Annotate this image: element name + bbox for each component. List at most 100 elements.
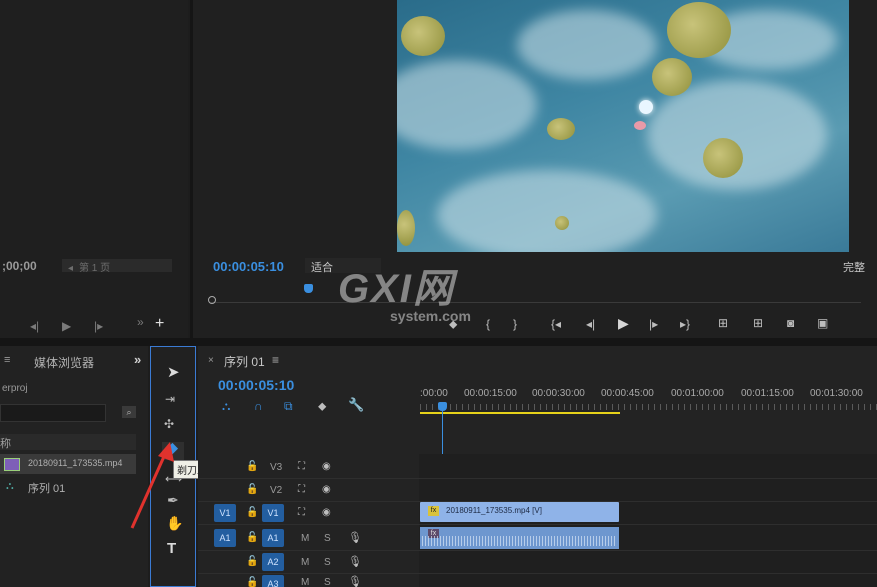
solo-button-a2[interactable]: S [324,557,331,568]
ruler-label-1: 00:00:15:00 [464,388,517,399]
fit-label: 适合 [311,262,333,274]
type-tool-icon[interactable]: T [167,541,176,556]
step-back-frame-icon[interactable]: ◂| [586,318,595,330]
linked-selection-icon[interactable]: ⧉ [284,400,293,412]
ripple-edit-tool-icon[interactable]: ✣ [164,418,174,430]
nest-sequence-icon[interactable]: ⛬ [222,400,230,412]
track-target-v1[interactable]: V1 [262,504,284,522]
full-quality-dropdown[interactable]: 完整 [843,259,865,275]
track-label-v2: V2 [270,485,283,496]
panel-menu-icon[interactable]: ≡ [4,354,10,366]
close-tab-icon[interactable]: × [208,355,214,366]
track-select-tool-icon[interactable]: ⇥ [165,393,175,405]
track-target-a1[interactable]: A1 [262,529,284,547]
export-frame-icon[interactable]: ◙ [787,317,794,329]
microphone-icon[interactable]: 🎙 [348,556,362,568]
lock-icon[interactable]: 🔓 [246,507,258,519]
lily-pad-6 [397,210,415,246]
track-row-v2: 🔓 V2 ⛶ ◉ [198,479,877,502]
play-button-icon[interactable]: ▶ [618,316,629,330]
program-scrub-bar[interactable] [208,284,861,304]
mark-out-icon[interactable]: } [513,318,517,330]
lock-icon[interactable]: 🔓 [246,556,258,568]
extract-icon[interactable]: ⊞ [753,317,763,329]
project-item-clip-label: 20180911_173535.mp4 [28,458,123,468]
track-target-a2[interactable]: A2 [262,553,284,571]
program-playhead[interactable] [304,284,313,293]
comparison-view-icon[interactable]: ▣ [817,317,828,329]
mute-button-a3[interactable]: M [301,577,309,587]
horizontal-divider [0,338,877,346]
name-column-header[interactable]: 称 [0,434,136,450]
ruler-label-5: 00:01:15:00 [741,388,794,399]
time-ruler[interactable]: :00:00 00:00:15:00 00:00:30:00 00:00:45:… [420,384,877,414]
tab-sequence[interactable]: 序列 01 [224,353,265,370]
add-button-icon[interactable]: + [155,316,164,332]
scrub-start-handle[interactable] [208,296,216,304]
eye-icon[interactable]: ◉ [322,461,331,473]
microphone-icon[interactable]: 🎙 [348,532,362,544]
lily-pad-1 [667,2,731,58]
lift-icon[interactable]: ⊞ [718,317,728,329]
ruler-label-2: 00:00:30:00 [532,388,585,399]
sync-lock-icon[interactable]: ⛶ [298,507,305,519]
tab-media-browser[interactable]: 媒体浏览器 [34,354,94,371]
lily-pad-2 [401,16,445,56]
step-forward-frame-icon[interactable]: |▸ [649,318,658,330]
sequence-icon: ⛬ [6,480,14,492]
step-back-icon[interactable]: ◂| [30,320,39,332]
track-row-a3: 🔓 A3 M S 🎙 [198,574,877,587]
solo-button-a1[interactable]: S [324,533,331,544]
source-patch-v1[interactable]: V1 [214,504,236,522]
video-clip-icon [4,458,20,471]
project-item-sequence[interactable]: ⛬ 序列 01 [0,476,136,496]
project-item-clip[interactable]: 20180911_173535.mp4 [0,454,136,474]
timeline-settings-icon[interactable]: 🔧 [348,398,364,411]
source-monitor: ;00;00 ◂ 第 1 页 ◂| ▶ |▸ » + [0,0,188,338]
mute-button-a2[interactable]: M [301,557,309,568]
add-marker-icon[interactable]: ⬥ [318,400,326,412]
mute-button-a1[interactable]: M [301,533,309,544]
selection-tool-icon[interactable]: ➤ [167,365,180,380]
project-search-input[interactable] [0,404,106,422]
source-patch-a1[interactable]: A1 [214,529,236,547]
lock-icon[interactable]: 🔓 [246,532,258,544]
microphone-icon[interactable]: 🎙 [348,576,362,587]
program-timecode[interactable]: 00:00:05:10 [213,259,284,274]
source-page-field[interactable]: ◂ 第 1 页 [62,259,172,274]
tab-menu-icon[interactable]: ≡ [272,353,279,367]
audio-clip[interactable]: fx [420,527,619,549]
program-monitor: 00:00:05:10 适合 完整 ⬥ { } {◂ ◂| ▶ |▸ ▸} ⊞ … [193,0,877,338]
step-forward-icon[interactable]: |▸ [94,320,103,332]
sync-lock-icon[interactable]: ⛶ [298,484,305,496]
eye-icon[interactable]: ◉ [322,507,331,519]
watermark-brand: GXI网 [338,267,455,311]
project-item-sequence-label: 序列 01 [28,483,66,495]
audio-waveform [422,536,617,546]
fx-badge-icon: fx [428,506,439,516]
go-to-in-icon[interactable]: {◂ [551,318,561,330]
mark-in-icon[interactable]: { [486,318,490,330]
video-clip[interactable]: fx 20180911_173535.mp4 [V] [420,502,619,522]
name-column-label: 称 [0,438,11,450]
light-orb [639,100,653,114]
search-icon[interactable]: ⌕ [122,406,136,418]
lily-pad-5 [703,138,743,178]
solo-button-a3[interactable]: S [324,577,331,587]
timeline-timecode[interactable]: 00:00:05:10 [218,377,294,393]
play-icon[interactable]: ▶ [62,320,71,332]
track-row-v3: 🔓 V3 ⛶ ◉ [198,456,877,479]
source-timecode[interactable]: ;00;00 [2,259,37,273]
track-target-a3[interactable]: A3 [262,575,284,587]
panels-overflow-icon[interactable]: » [134,352,141,367]
snap-icon[interactable]: ∩ [254,400,263,412]
eye-icon[interactable]: ◉ [322,484,331,496]
sync-lock-icon[interactable]: ⛶ [298,461,305,473]
lock-icon[interactable]: 🔓 [246,577,258,587]
lock-icon[interactable]: 🔓 [246,461,258,473]
in-out-bar[interactable] [420,412,620,414]
go-to-out-icon[interactable]: ▸} [680,318,690,330]
more-controls-icon[interactable]: » [137,316,144,328]
lock-icon[interactable]: 🔓 [246,484,258,496]
ruler-label-3: 00:00:45:00 [601,388,654,399]
